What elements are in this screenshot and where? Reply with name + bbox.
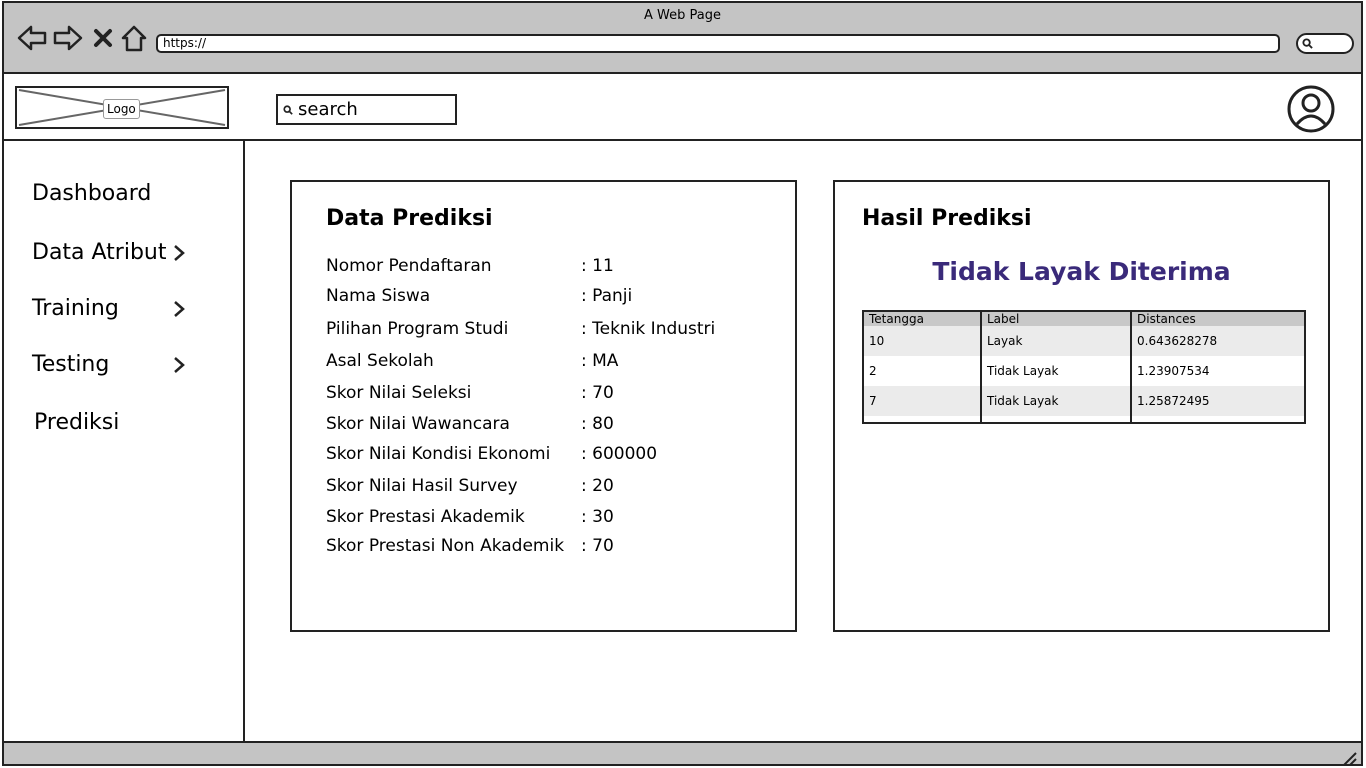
field-label: Asal Sekolah (326, 351, 434, 371)
data-prediksi-card: Data Prediksi Nomor Pendaftaran : 11 Nam… (290, 180, 797, 632)
field-value: : 70 (581, 536, 614, 556)
status-bar (4, 741, 1361, 766)
field-value: : 600000 (581, 444, 658, 464)
field-value: : Teknik Industri (581, 319, 716, 339)
field-label: Skor Nilai Kondisi Ekonomi (326, 444, 551, 464)
close-icon[interactable] (90, 21, 116, 55)
field-label: Skor Nilai Hasil Survey (326, 476, 518, 496)
search-input[interactable]: search (276, 94, 457, 125)
table-cell: 0.643628278 (1131, 326, 1305, 356)
table-cell: Tidak Layak (981, 386, 1132, 416)
sidebar-item-testing[interactable]: Testing (32, 351, 109, 379)
user-avatar-icon[interactable] (1286, 84, 1336, 134)
neighbors-table: Tetangga Label Distances 10 Layak 0.6436… (862, 310, 1306, 424)
browser-chrome: A Web Page https:// (4, 3, 1361, 74)
table-header-row: Tetangga Label Distances (863, 311, 1305, 326)
search-placeholder: search (298, 99, 358, 120)
column-header: Tetangga (863, 311, 982, 326)
field-value: : MA (581, 351, 619, 371)
search-icon (283, 105, 293, 115)
field-label: Skor Nilai Wawancara (326, 414, 510, 434)
app-header: Logo search (4, 74, 1361, 141)
sidebar: Dashboard Data Atribut Training Testing … (4, 141, 245, 743)
field-value: : 20 (581, 476, 614, 496)
back-icon[interactable] (16, 21, 48, 55)
browser-window: A Web Page https:// Logo search Dashboar… (2, 1, 1363, 766)
column-header: Distances (1131, 311, 1305, 326)
sidebar-item-dashboard[interactable]: Dashboard (32, 180, 151, 208)
card-title: Data Prediksi (326, 206, 493, 231)
logo[interactable]: Logo (15, 86, 229, 129)
home-icon[interactable] (118, 21, 150, 55)
sidebar-item-prediksi[interactable]: Prediksi (34, 409, 119, 437)
browser-search[interactable] (1296, 33, 1354, 54)
sidebar-item-data-atribut[interactable]: Data Atribut (32, 239, 167, 267)
resize-grip-icon[interactable] (1341, 750, 1357, 766)
hasil-prediksi-card: Hasil Prediksi Tidak Layak Diterima Teta… (833, 180, 1330, 632)
table-cell: 2 (863, 356, 982, 386)
field-label: Skor Prestasi Akademik (326, 507, 525, 527)
forward-icon[interactable] (52, 21, 84, 55)
table-row: 10 Layak 0.643628278 (863, 326, 1305, 356)
table-padding-row (863, 416, 1305, 423)
table-row: 2 Tidak Layak 1.23907534 (863, 356, 1305, 386)
table-cell: Tidak Layak (981, 356, 1132, 386)
field-label: Skor Nilai Seleksi (326, 383, 472, 403)
url-bar[interactable]: https:// (156, 34, 1280, 53)
field-label: Nomor Pendaftaran (326, 256, 492, 276)
table-cell: Layak (981, 326, 1132, 356)
card-title: Hasil Prediksi (862, 206, 1032, 231)
chevron-right-icon[interactable] (172, 355, 186, 375)
table-cell: 10 (863, 326, 982, 356)
table-cell: 7 (863, 386, 982, 416)
chevron-right-icon[interactable] (172, 299, 186, 319)
field-value: : 70 (581, 383, 614, 403)
window-title: A Web Page (644, 8, 721, 23)
column-header: Label (981, 311, 1132, 326)
field-value: : Panji (581, 286, 633, 306)
field-value: : 11 (581, 256, 614, 276)
table-cell: 1.23907534 (1131, 356, 1305, 386)
field-label: Skor Prestasi Non Akademik (326, 536, 565, 556)
prediction-result: Tidak Layak Diterima (932, 257, 1231, 286)
search-icon (1302, 38, 1313, 49)
logo-label: Logo (103, 99, 140, 119)
table-row: 7 Tidak Layak 1.25872495 (863, 386, 1305, 416)
chevron-right-icon[interactable] (172, 243, 186, 263)
sidebar-item-training[interactable]: Training (32, 295, 119, 323)
field-value: : 80 (581, 414, 614, 434)
field-label: Nama Siswa (326, 286, 431, 306)
field-value: : 30 (581, 507, 614, 527)
field-label: Pilihan Program Studi (326, 319, 509, 339)
table-cell: 1.25872495 (1131, 386, 1305, 416)
